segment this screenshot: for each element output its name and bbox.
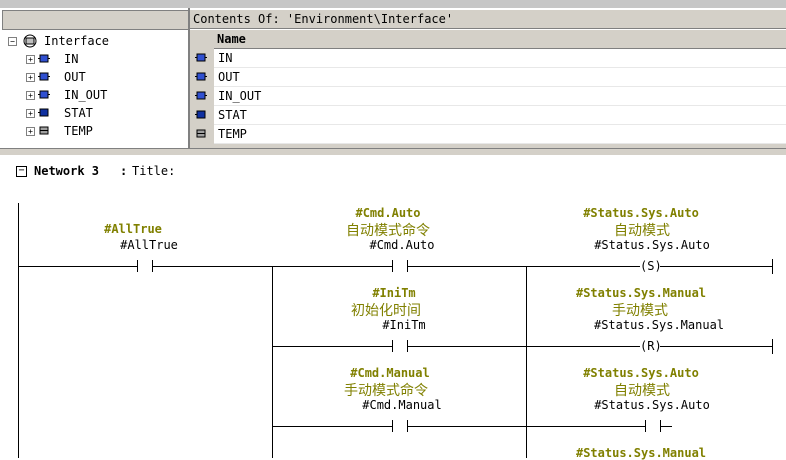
contents-title: Contents Of: 'Environment\Interface' xyxy=(193,12,454,26)
expand-icon[interactable]: + xyxy=(26,109,35,118)
contact-address: #IniTm xyxy=(382,318,426,332)
network-label: Network 3 xyxy=(34,164,100,178)
tree-item-label: TEMP xyxy=(64,124,93,138)
table-row[interactable]: OUT xyxy=(190,68,786,87)
coil-type: R xyxy=(647,339,655,353)
row-name: IN xyxy=(218,51,233,65)
row-name: IN_OUT xyxy=(218,89,262,103)
contact-comment: 初始化时间 xyxy=(351,303,421,319)
contact-symbol: #Status.Sys.Auto xyxy=(583,366,699,380)
no-contact-initm[interactable] xyxy=(392,340,408,352)
rung-line xyxy=(272,426,672,427)
contents-header: Contents Of: 'Environment\Interface' xyxy=(190,10,786,29)
contact-comment: 自动模式 xyxy=(614,383,670,399)
tree-item-label: OUT xyxy=(64,70,86,84)
out-param-icon xyxy=(38,72,50,81)
out-param-icon xyxy=(195,72,207,81)
contact-address: #Cmd.Manual xyxy=(362,398,442,412)
expand-icon[interactable]: + xyxy=(26,91,35,100)
column-header-label: Name xyxy=(217,32,246,46)
branch-line xyxy=(272,266,273,458)
collapse-icon[interactable]: − xyxy=(8,37,17,46)
coil-type: S xyxy=(647,259,655,273)
temp-param-icon xyxy=(196,129,206,138)
coil-comment: 手动模式 xyxy=(612,303,668,319)
contact-comment: 自动模式命令 xyxy=(346,223,430,239)
contact-symbol: #Cmd.Manual xyxy=(350,366,430,380)
in-param-icon xyxy=(195,53,207,62)
coil-comment: 自动模式 xyxy=(614,223,670,239)
no-contact-cmd-auto[interactable] xyxy=(392,260,408,272)
no-contact-allTrue[interactable] xyxy=(137,260,153,272)
expand-icon[interactable]: + xyxy=(26,127,35,136)
in-out-param-icon xyxy=(38,90,50,99)
in-out-param-icon xyxy=(195,91,207,100)
tree-header xyxy=(2,10,189,30)
tree-item-label: STAT xyxy=(64,106,93,120)
table-header-row: Name xyxy=(190,30,786,49)
interface-icon xyxy=(23,34,37,48)
column-header-name[interactable]: Name xyxy=(214,30,786,49)
contact-address: #Cmd.Auto xyxy=(369,238,435,252)
tree-item-stat[interactable]: + STAT xyxy=(24,105,184,121)
temp-param-icon xyxy=(39,126,49,135)
ladder-network: − Network 3 : Title: #AllTrue #AllTrue #… xyxy=(0,155,786,460)
contact-address: #AllTrue xyxy=(120,238,178,252)
stat-param-icon xyxy=(38,108,49,117)
tree-item-label: IN_OUT xyxy=(64,88,108,102)
table-row[interactable]: IN_OUT xyxy=(190,87,786,106)
rung-end xyxy=(772,259,773,274)
branch-line xyxy=(526,266,527,458)
tree-item-label: IN xyxy=(64,52,79,66)
row-name: OUT xyxy=(218,70,240,84)
tree-item-out[interactable]: + OUT xyxy=(24,69,184,85)
contact-address: #Status.Sys.Auto xyxy=(594,398,710,412)
tree-item-interface[interactable]: − Interface xyxy=(6,33,186,49)
tree-item-temp[interactable]: + TEMP xyxy=(24,123,184,139)
contact-symbol: #Cmd.Auto xyxy=(355,206,421,220)
coil-symbol: #Status.Sys.Manual xyxy=(575,286,707,300)
contents-table: Name IN OUT IN_OUT STAT TEMP xyxy=(190,30,786,148)
expand-icon[interactable]: + xyxy=(26,73,35,82)
contact-symbol: #AllTrue xyxy=(104,222,162,236)
row-name: STAT xyxy=(218,108,247,122)
tree-item-label: Interface xyxy=(44,34,110,48)
contact-comment: 手动模式命令 xyxy=(344,383,428,399)
row-name: TEMP xyxy=(218,127,247,141)
interface-tree: − Interface + IN + OUT + IN_OUT + STAT +… xyxy=(0,30,188,148)
no-contact-status-auto[interactable] xyxy=(645,420,661,432)
table-row[interactable]: TEMP xyxy=(190,125,786,144)
tree-item-in-out[interactable]: + IN_OUT xyxy=(24,87,184,103)
set-coil-status-auto[interactable]: (S) xyxy=(640,258,662,274)
no-contact-cmd-manual[interactable] xyxy=(392,420,408,432)
power-rail xyxy=(18,203,19,458)
rung-line xyxy=(272,346,773,347)
in-param-icon xyxy=(38,54,50,63)
coil-symbol: #Status.Sys.Auto xyxy=(583,206,699,220)
tree-item-in[interactable]: + IN xyxy=(24,51,184,67)
coil-address: #Status.Sys.Auto xyxy=(594,238,710,252)
reset-coil-status-manual[interactable]: (R) xyxy=(640,338,662,354)
rung-end xyxy=(772,339,773,354)
network-collapse-icon[interactable]: − xyxy=(16,166,27,177)
expand-icon[interactable]: + xyxy=(26,55,35,64)
network-title[interactable]: Title: xyxy=(132,164,175,178)
network-separator: : xyxy=(120,164,128,178)
table-row[interactable]: IN xyxy=(190,49,786,68)
coil-address: #Status.Sys.Manual xyxy=(593,318,725,332)
contact-symbol: #IniTm xyxy=(372,286,416,300)
table-row[interactable]: STAT xyxy=(190,106,786,125)
stat-param-icon xyxy=(195,110,206,119)
